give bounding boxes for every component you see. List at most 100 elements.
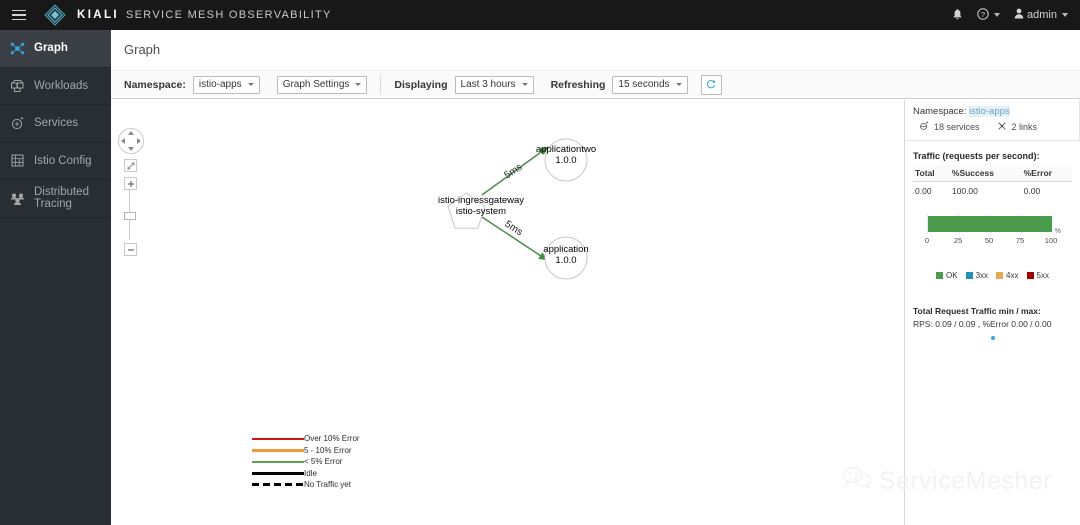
table-header-row: Total %Success %Error xyxy=(913,165,1072,182)
help-menu[interactable]: ? xyxy=(977,7,1001,23)
topology-icon xyxy=(10,41,25,56)
page-title: Graph xyxy=(124,42,161,57)
sidebar-item-label: Graph xyxy=(34,42,68,55)
edge-gateway-application[interactable] xyxy=(481,216,548,261)
summary-panel-body: Traffic (requests per second): Total %Su… xyxy=(905,141,1080,340)
legend-label: 5 - 10% Error xyxy=(304,445,352,455)
bar-axis-unit: % xyxy=(1054,228,1061,235)
legend-swatch-under-5-error xyxy=(252,460,304,463)
graph-topology xyxy=(447,138,588,280)
legend-swatch-4xx xyxy=(996,272,1004,279)
refresh-icon xyxy=(706,78,716,92)
displaying-dropdown[interactable]: Last 3 hours xyxy=(454,75,534,94)
bar-axis: 0 25 50 75 100 xyxy=(923,236,1058,246)
user-icon xyxy=(1014,8,1024,22)
summary-namespace-label: Namespace: xyxy=(913,106,967,117)
sidebar-item-services[interactable]: Services xyxy=(0,105,111,143)
sidebar-item-graph[interactable]: Graph xyxy=(0,30,111,68)
legend-item: < 5% Error xyxy=(252,456,377,468)
graph-settings-label: Graph Settings xyxy=(282,79,350,90)
summary-panel: Namespace: istio-apps 18 services 2 link… xyxy=(904,100,1080,525)
legend-label: Idle xyxy=(304,468,317,478)
sparkline-indicator-dot xyxy=(990,336,995,340)
legend-label: 4xx xyxy=(1006,271,1019,280)
svg-text:?: ? xyxy=(981,9,985,18)
legend-swatch-over-10-error xyxy=(252,437,304,440)
sidebar-item-label: Services xyxy=(34,117,79,130)
services-count: 18 services xyxy=(934,122,980,132)
chevron-down-icon xyxy=(521,83,528,86)
sidebar-item-label: Istio Config xyxy=(34,154,92,167)
legend-item: No Traffic yet xyxy=(252,479,377,491)
chevron-down-icon xyxy=(1062,13,1068,17)
refresh-button[interactable] xyxy=(700,74,722,95)
axis-tick: 50 xyxy=(984,236,994,245)
legend-item: Over 10% Error xyxy=(252,433,377,445)
graph-legend: Over 10% Error 5 - 10% Error < 5% Error … xyxy=(252,433,377,491)
kiali-app: KIALI SERVICE MESH OBSERVABILITY ? admin… xyxy=(0,0,1080,525)
summary-namespace-link[interactable]: istio-apps xyxy=(968,106,1010,117)
graph-toolbar: Namespace: istio-apps Graph Settings Dis… xyxy=(111,70,1080,99)
namespace-label: Namespace: xyxy=(124,78,186,91)
summary-panel-header: Namespace: istio-apps 18 services 2 link… xyxy=(905,100,1080,141)
sidebar-item-workloads[interactable]: Workloads xyxy=(0,68,111,105)
table-row: 0.00 100.00 0.00 xyxy=(913,182,1072,201)
kiali-logo-icon xyxy=(44,4,66,26)
node-application[interactable] xyxy=(544,236,588,280)
legend-label: No Traffic yet xyxy=(304,480,351,490)
traffic-title: Traffic (requests per second): xyxy=(913,151,1040,161)
node-applicationtwo[interactable] xyxy=(544,138,588,182)
legend-swatch-idle xyxy=(252,471,304,475)
axis-tick: 100 xyxy=(1044,236,1058,245)
refreshing-dropdown[interactable]: 15 seconds xyxy=(612,75,688,94)
toolbar-divider xyxy=(380,75,382,94)
chart-legend-item-3xx[interactable]: 3xx xyxy=(965,271,988,280)
cubes-icon xyxy=(10,78,25,93)
total-request-traffic: Total Request Traffic min / max: RPS: 0.… xyxy=(913,306,1072,340)
brand-tagline: SERVICE MESH OBSERVABILITY xyxy=(126,9,332,21)
chevron-down-icon xyxy=(994,13,1001,17)
axis-tick: 25 xyxy=(953,236,963,245)
links-count: 2 links xyxy=(1011,122,1038,132)
cell-success: 100.00 xyxy=(951,186,978,196)
column-header-success: %Success xyxy=(949,165,1022,182)
chart-legend-item-4xx[interactable]: 4xx xyxy=(996,271,1019,280)
content-area: Graph Namespace: istio-apps Graph Settin… xyxy=(111,30,1080,525)
total-traffic-title: Total Request Traffic min / max: xyxy=(913,306,1041,316)
edge-gateway-applicationtwo[interactable] xyxy=(481,146,549,196)
legend-label: < 5% Error xyxy=(304,457,343,467)
cell-total: 0.00 xyxy=(915,186,932,196)
legend-label: 5xx xyxy=(1036,271,1049,280)
node-istio-ingressgateway[interactable] xyxy=(447,192,486,229)
legend-label: OK xyxy=(946,271,958,280)
bar-series-ok xyxy=(928,216,1052,232)
graph-settings-dropdown[interactable]: Graph Settings xyxy=(276,75,368,94)
service-icon xyxy=(10,116,25,131)
sidebar-item-label: Workloads xyxy=(34,79,89,92)
legend-item: Idle xyxy=(252,468,377,480)
graph-canvas[interactable]: istio-ingressgateway istio-system applic… xyxy=(111,100,886,525)
chart-legend: OK 3xx 4xx 5xx xyxy=(913,271,1072,280)
bell-icon[interactable] xyxy=(952,9,963,21)
sidebar-item-distributed-tracing[interactable]: Distributed Tracing xyxy=(0,180,111,218)
summary-counts: 18 services 2 links xyxy=(913,121,1071,133)
summary-namespace: Namespace: istio-apps xyxy=(913,106,1071,117)
menu-icon[interactable] xyxy=(4,0,34,30)
chart-legend-item-5xx[interactable]: 5xx xyxy=(1026,271,1049,280)
sidebar-item-istio-config[interactable]: Istio Config xyxy=(0,143,111,180)
user-menu[interactable]: admin xyxy=(1014,8,1068,22)
sidebar-item-label: Distributed Tracing xyxy=(34,186,89,211)
column-header-total: Total xyxy=(913,165,950,182)
chevron-down-icon xyxy=(675,83,682,86)
traffic-bar-chart: % 0 25 50 75 100 xyxy=(913,214,1072,252)
chart-legend-item-ok[interactable]: OK xyxy=(936,271,958,280)
displaying-label: Displaying xyxy=(394,78,448,91)
legend-swatch-5-10-error xyxy=(252,449,304,452)
traffic-table: Total %Success %Error 0.00 100.00 0.00 xyxy=(913,165,1072,200)
chevron-down-icon xyxy=(247,83,254,86)
legend-swatch-3xx xyxy=(965,272,973,279)
legend-label: Over 10% Error xyxy=(304,434,360,444)
masthead: KIALI SERVICE MESH OBSERVABILITY ? admin xyxy=(0,0,1080,30)
namespace-dropdown[interactable]: istio-apps xyxy=(192,75,260,94)
tracing-icon xyxy=(10,191,25,206)
